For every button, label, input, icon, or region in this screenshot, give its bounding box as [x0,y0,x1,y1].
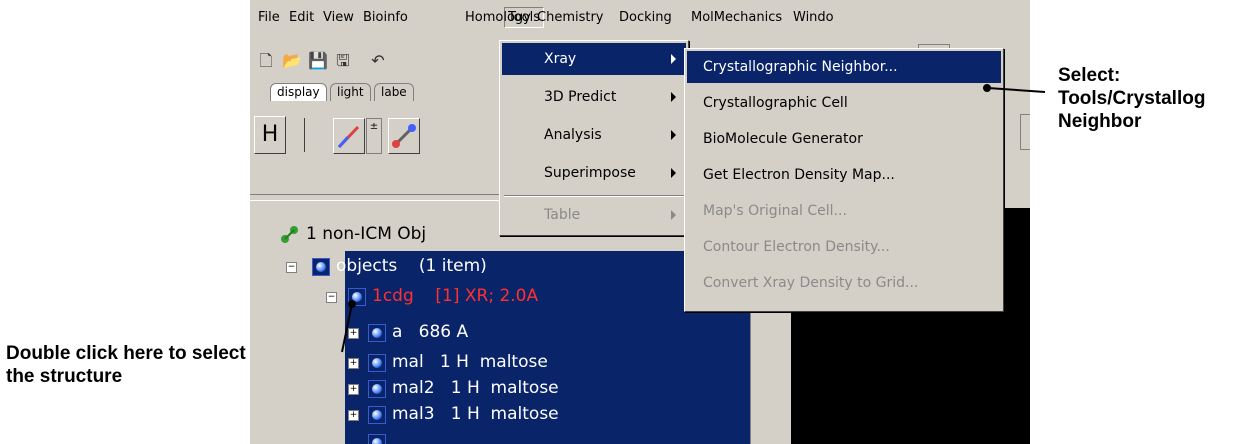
callout-right-line3: Neighbor [1058,111,1142,132]
callout-dot-left [348,300,356,308]
callout-dot-right [983,84,991,92]
callout-right-line2: Tools/Crystallog [1058,88,1206,109]
callout-left: Double click here to select the structur… [6,342,246,388]
callout-left-line1: Double click here to select [6,343,246,364]
callout-right: Select: Tools/Crystallog Neighbor [1058,64,1205,133]
callout-left-line2: the structure [6,366,123,387]
callout-right-line1: Select: [1058,65,1121,86]
callout-leader-left [341,303,353,353]
callout-leader-right [987,87,1046,93]
